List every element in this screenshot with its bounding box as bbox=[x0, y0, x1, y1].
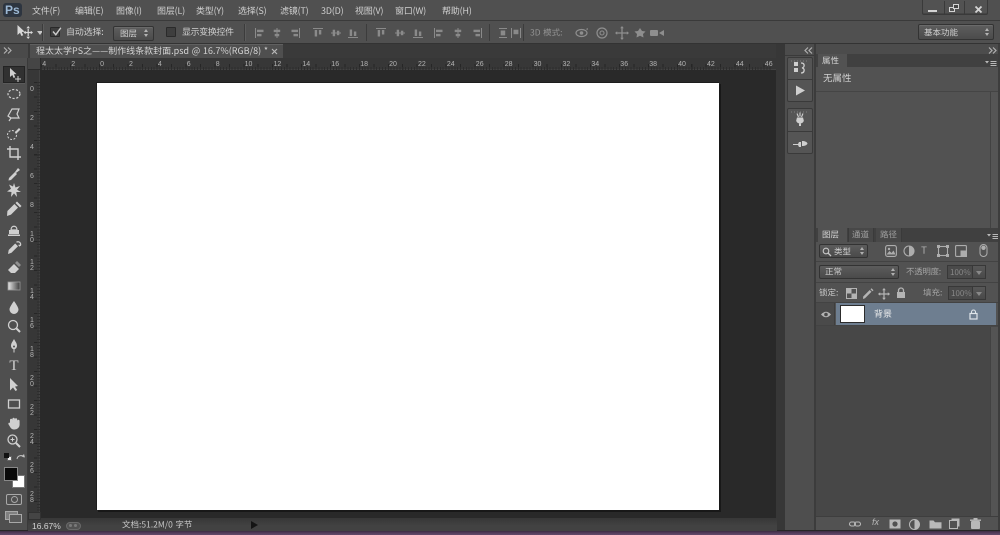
svg-text:T: T bbox=[9, 358, 18, 374]
